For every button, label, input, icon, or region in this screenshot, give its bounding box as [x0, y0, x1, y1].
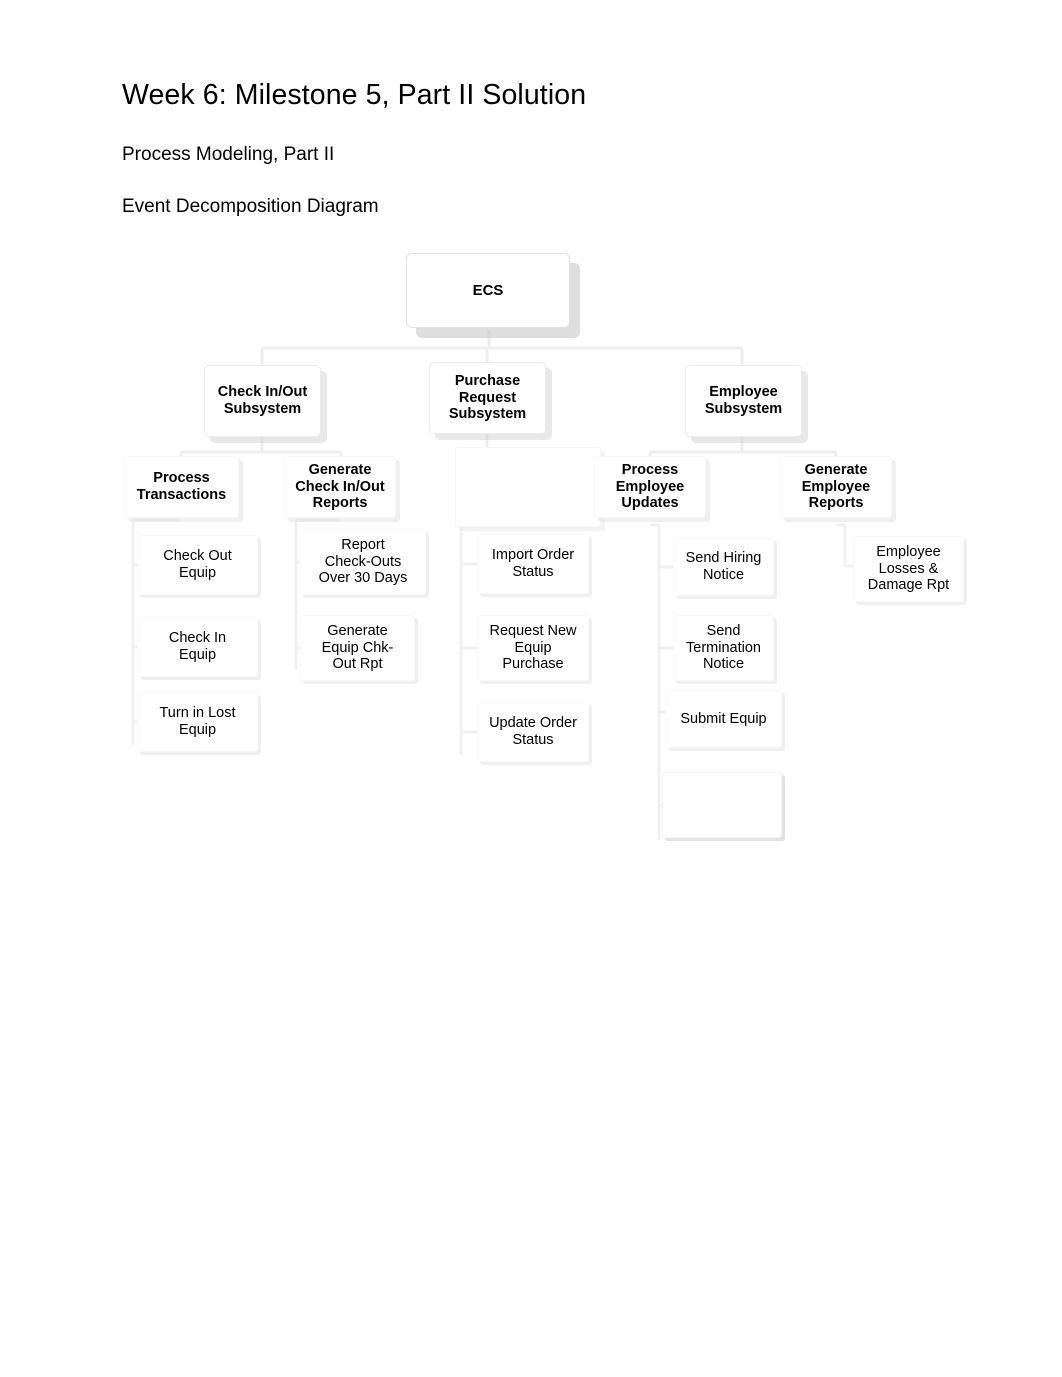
node-ghost-employee-event[interactable] — [662, 772, 782, 838]
node-generate-equip-chk-out-rpt[interactable]: Generate Equip Chk- Out Rpt — [300, 615, 415, 681]
node-label: Generate Employee Reports — [801, 461, 871, 512]
node-purchase-request-subsystem[interactable]: Purchase Request Subsystem — [429, 362, 546, 434]
node-request-new-equip-purchase[interactable]: Request New Equip Purchase — [477, 615, 589, 681]
node-send-termination-notice[interactable]: Send Termination Notice — [673, 615, 774, 681]
node-generate-check-in-out-reports[interactable]: Generate Check In/Out Reports — [284, 456, 396, 518]
node-send-hiring-notice[interactable]: Send Hiring Notice — [673, 538, 774, 596]
node-label: Report Check-Outs Over 30 Days — [318, 536, 408, 587]
node-label: Employee Losses & Damage Rpt — [867, 543, 950, 594]
node-label: Purchase Request Subsystem — [448, 372, 527, 423]
event-decomposition-diagram: ECS Check In/Out Subsystem Purchase Requ… — [0, 0, 1062, 900]
node-employee-subsystem[interactable]: Employee Subsystem — [685, 365, 802, 437]
node-employee-losses-damage-rpt[interactable]: Employee Losses & Damage Rpt — [853, 536, 964, 602]
node-label: ECS — [472, 281, 504, 299]
node-label: Update Order Status — [489, 715, 577, 748]
node-label: Request New Equip Purchase — [489, 622, 577, 673]
document-page: Week 6: Milestone 5, Part II Solution Pr… — [0, 0, 1062, 1377]
node-label: Process Transactions — [136, 470, 227, 503]
node-check-out-equip[interactable]: Check Out Equip — [137, 535, 258, 595]
node-label: Import Order Status — [491, 547, 575, 580]
footer-horizontal-rule — [122, 1216, 940, 1225]
node-purchase-request-group-blank[interactable] — [455, 447, 601, 527]
node-check-in-equip[interactable]: Check In Equip — [137, 617, 258, 677]
node-label: Employee Subsystem — [704, 384, 783, 417]
node-label: Send Hiring Notice — [685, 550, 762, 583]
node-submit-equip[interactable]: Submit Equip — [665, 690, 782, 748]
node-ecs[interactable]: ECS — [406, 253, 570, 328]
node-label: Turn in Lost Equip — [159, 705, 236, 738]
node-label: Check Out Equip — [163, 548, 232, 581]
node-label: Generate Check In/Out Reports — [295, 461, 385, 512]
node-label: Generate Equip Chk- Out Rpt — [321, 622, 394, 673]
node-check-in-out-subsystem[interactable]: Check In/Out Subsystem — [204, 365, 321, 437]
node-process-employee-updates[interactable]: Process Employee Updates — [594, 456, 706, 518]
node-process-transactions[interactable]: Process Transactions — [124, 456, 239, 518]
node-generate-employee-reports[interactable]: Generate Employee Reports — [780, 456, 892, 518]
node-label: Send Termination Notice — [686, 622, 761, 673]
node-label: Check In/Out Subsystem — [217, 384, 308, 417]
node-label: Submit Equip — [680, 710, 767, 727]
node-label: Process Employee Updates — [615, 461, 685, 512]
node-report-check-outs-over-30-days[interactable]: Report Check-Outs Over 30 Days — [300, 529, 426, 595]
node-label: Check In Equip — [168, 630, 227, 663]
node-turn-in-lost-equip[interactable]: Turn in Lost Equip — [137, 692, 258, 752]
node-import-order-status[interactable]: Import Order Status — [477, 534, 589, 594]
node-update-order-status[interactable]: Update Order Status — [477, 702, 589, 762]
